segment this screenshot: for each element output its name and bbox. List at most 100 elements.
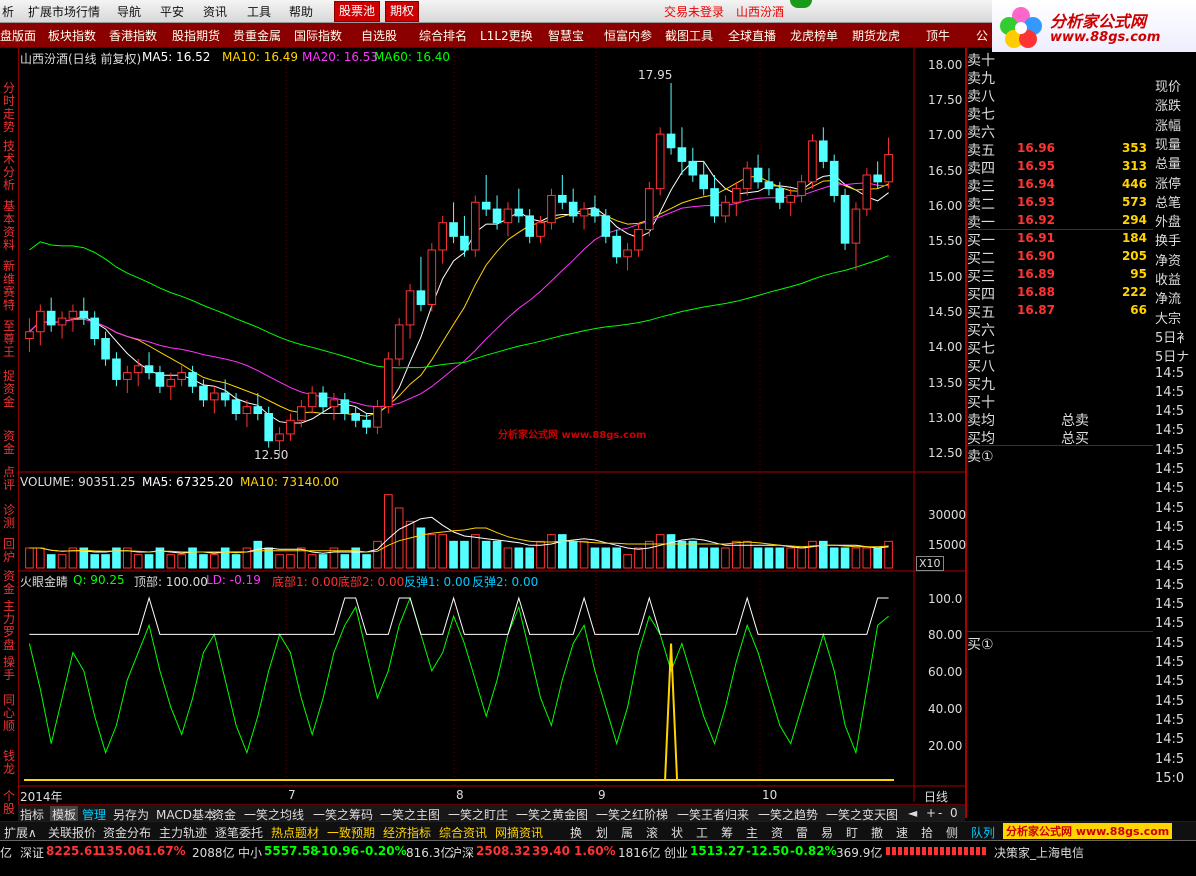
tab-minus-icon[interactable]: -	[938, 806, 942, 820]
sidebar-tab-technical[interactable]: 技术分析	[0, 140, 18, 192]
tab2-status[interactable]: 状	[671, 824, 683, 841]
sidebar-tab-intraday[interactable]: 分时走势	[0, 82, 18, 134]
toolbar-item[interactable]: 自选股	[361, 27, 397, 44]
sidebar-tab-tonghuashun[interactable]: 同心顺	[0, 694, 18, 733]
sidebar-tab-stock[interactable]: 个股	[0, 790, 18, 816]
tab2-mine[interactable]: 雷	[796, 824, 808, 841]
sidebar-tab-qianlong[interactable]: 钱龙	[0, 750, 18, 776]
tab2-expand[interactable]: 扩展∧	[4, 824, 37, 841]
chart-area[interactable]: 山西汾酒(日线 前复权) MA5: 16.52 MA10: 16.49 MA20…	[18, 48, 966, 818]
toolbar-item[interactable]: 龙虎榜单	[790, 27, 838, 44]
sell1-queue-label[interactable]: 卖①	[967, 446, 994, 466]
period-label[interactable]: 日线	[924, 788, 948, 805]
tab2-related-quote[interactable]: 关联报价	[48, 824, 96, 841]
tab2-pick[interactable]: 拾	[921, 824, 933, 841]
order-book-row[interactable]: 买六	[967, 320, 1153, 339]
toolbar-item[interactable]: 智慧宝	[548, 27, 584, 44]
sidebar-tab-funds2[interactable]: 资金	[0, 570, 18, 596]
tab2-web-news[interactable]: 网摘资讯	[495, 824, 543, 841]
order-book-row[interactable]: 卖五 16.96 353	[967, 140, 1153, 159]
order-book-row[interactable]: 卖十	[967, 50, 1153, 69]
order-book-row[interactable]: 卖二 16.93 573	[967, 194, 1153, 213]
toolbar-item[interactable]: 国际指数	[294, 27, 342, 44]
login-status[interactable]: 交易未登录	[664, 3, 724, 20]
sz-name[interactable]: 深证	[20, 844, 44, 861]
sidebar-tab-zhizun[interactable]: 至尊王	[0, 320, 18, 359]
menu-item-extended-market[interactable]: 扩展市场行情	[28, 3, 100, 20]
sidebar-tab-funds[interactable]: 资金	[0, 430, 18, 456]
tab2-capital[interactable]: 资	[771, 824, 783, 841]
order-book-row[interactable]: 卖三 16.94 446	[967, 176, 1153, 195]
menu-item-navigate[interactable]: 导航	[117, 3, 141, 20]
chart-canvas[interactable]	[18, 48, 965, 818]
sidebar-tab-xinwei[interactable]: 新维赛特	[0, 260, 18, 312]
tab-plus-icon[interactable]: +	[926, 806, 936, 820]
tab2-tick-orders[interactable]: 逐笔委托	[215, 824, 263, 841]
toolbar-item[interactable]: 公	[976, 27, 988, 44]
sidebar-tab-main-compass[interactable]: 主力罗盘	[0, 600, 18, 652]
toolbar-item[interactable]: 股指期货	[172, 27, 220, 44]
order-book-row[interactable]: 买五 16.87 66	[967, 302, 1153, 321]
order-book-row[interactable]: 买八	[967, 356, 1153, 375]
toolbar-item[interactable]: L1L2更换	[480, 27, 533, 44]
toolbar-item[interactable]: 全球直播	[728, 27, 776, 44]
zx-name[interactable]: 中小	[238, 844, 262, 861]
tab2-side[interactable]: 侧	[946, 824, 958, 841]
toolbar-item[interactable]: 盘版面	[0, 27, 36, 44]
order-book-row[interactable]: 卖一 16.92 294	[967, 212, 1153, 231]
tab2-tool[interactable]: 工	[696, 824, 708, 841]
toolbar-item[interactable]: 截图工具	[665, 27, 713, 44]
order-book-row[interactable]: 卖九	[967, 68, 1153, 87]
order-book-row[interactable]: 买十	[967, 392, 1153, 411]
tab2-easy[interactable]: 易	[821, 824, 833, 841]
order-book-row[interactable]: 买三 16.89 95	[967, 266, 1153, 285]
order-book-row[interactable]: 卖七	[967, 104, 1153, 123]
sidebar-tab-operator[interactable]: 操手	[0, 656, 18, 682]
tab2-fast[interactable]: 速	[896, 824, 908, 841]
menu-item-help[interactable]: 帮助	[289, 3, 313, 20]
order-book-row[interactable]: 买七	[967, 338, 1153, 357]
tab2-scroll[interactable]: 滚	[646, 824, 658, 841]
cy-name[interactable]: 创业	[664, 844, 688, 861]
tab2-queue[interactable]: 队列	[971, 824, 995, 841]
tab2-watch[interactable]: 盯	[846, 824, 858, 841]
order-book-row[interactable]: 买一 16.91 184	[967, 230, 1153, 249]
tab2-cancel[interactable]: 撤	[871, 824, 883, 841]
sidebar-tab-basic-info[interactable]: 基本资料	[0, 200, 18, 252]
toolbar-item[interactable]: 顶牛	[926, 27, 950, 44]
order-book-row[interactable]: 卖八	[967, 86, 1153, 105]
order-book-row[interactable]: 买四 16.88 222	[967, 284, 1153, 303]
toolbar-item[interactable]: 贵重金属	[233, 27, 281, 44]
tab2-main-track[interactable]: 主力轨迹	[159, 824, 207, 841]
toolbar-item[interactable]: 期货龙虎	[852, 27, 900, 44]
toolbar-item[interactable]: 板块指数	[48, 27, 96, 44]
tab2-economic[interactable]: 经济指标	[383, 824, 431, 841]
tab2-main[interactable]: 主	[746, 824, 758, 841]
tab2-chip[interactable]: 筹	[721, 824, 733, 841]
sidebar-tab-huilu[interactable]: 回炉	[0, 538, 18, 564]
menu-item-tools[interactable]: 工具	[247, 3, 271, 20]
order-book-row[interactable]: 买二 16.90 205	[967, 248, 1153, 267]
stock-pool-button[interactable]: 股票池	[334, 1, 381, 22]
menu-item-analysis[interactable]: 析	[2, 3, 14, 20]
tab2-fund-distribution[interactable]: 资金分布	[103, 824, 151, 841]
tab2-hot-topics[interactable]: 热点题材	[271, 824, 319, 841]
order-book-row[interactable]: 卖四 16.95 313	[967, 158, 1153, 177]
order-book-row[interactable]: 买九	[967, 374, 1153, 393]
tab2-switch[interactable]: 换	[570, 824, 582, 841]
sidebar-tab-review[interactable]: 点评	[0, 466, 18, 492]
tab2-draw[interactable]: 划	[596, 824, 608, 841]
sidebar-tab-catch-funds[interactable]: 捉资金	[0, 370, 18, 409]
menu-item-pingan[interactable]: 平安	[160, 3, 184, 20]
toolbar-item[interactable]: 香港指数	[109, 27, 157, 44]
tab-scroll-left-icon[interactable]: ◄	[908, 806, 917, 820]
tab2-attr[interactable]: 属	[621, 824, 633, 841]
tab2-news[interactable]: 综合资讯	[439, 824, 487, 841]
menu-item-news[interactable]: 资讯	[203, 3, 227, 20]
buy1-queue-label[interactable]: 买①	[967, 634, 994, 654]
toolbar-item[interactable]: 恒富内参	[604, 27, 652, 44]
options-button[interactable]: 期权	[385, 1, 420, 22]
sidebar-tab-diagnose[interactable]: 诊测	[0, 504, 18, 530]
toolbar-item[interactable]: 综合排名	[419, 27, 467, 44]
tab-reset-icon[interactable]: 0	[950, 806, 958, 820]
